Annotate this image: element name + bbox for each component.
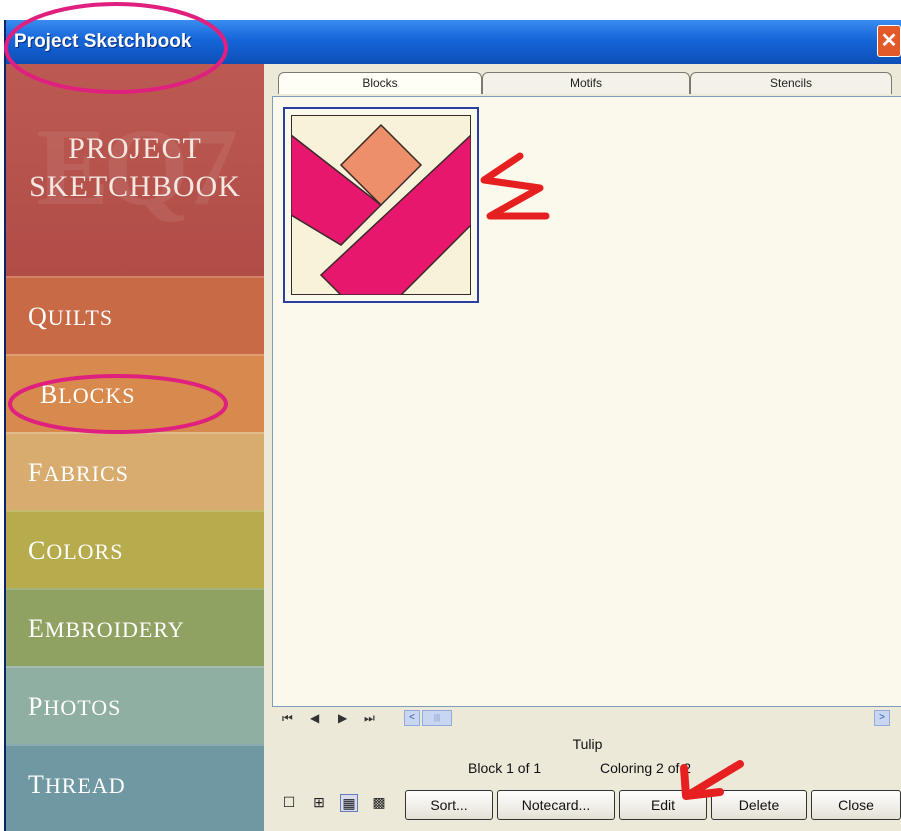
scroll-right-button[interactable]: > [874,710,890,726]
block-library-panel[interactable] [272,96,901,707]
tab-motifs[interactable]: Motifs [482,72,690,94]
sidebar-item-quilts[interactable]: QUILTS [6,276,264,354]
scroll-left-button[interactable]: < [404,710,420,726]
window-close-button[interactable]: ✕ [877,25,901,57]
project-sketchbook-window: Project Sketchbook ✕ EQ7 PROJECT SKETCHB… [4,20,901,831]
block-thumbnail-tulip[interactable] [283,107,479,303]
sidebar-item-fabrics[interactable]: FABRICS [6,432,264,510]
view-single-icon[interactable]: ☐ [280,794,298,812]
sidebar-item-embroidery[interactable]: EMBROIDERY [6,588,264,666]
sidebar-item-label: COLORS [28,536,124,565]
next-record-icon[interactable]: ▶ [338,711,347,725]
title-bar[interactable]: Project Sketchbook ✕ [6,20,901,64]
sidebar-item-label: THREAD [28,770,126,799]
sidebar-item-thread[interactable]: THREAD [6,744,264,831]
edit-button[interactable]: Edit [619,790,707,820]
sidebar-item-colors[interactable]: COLORS [6,510,264,588]
nav-title-line1: PROJECT [68,132,202,165]
tulip-block-graphic [291,115,471,295]
prev-record-icon[interactable]: ◀ [310,711,319,725]
record-navigation-bar: ⏮ ◀ ▶ ⏭ < ||| > [272,708,901,730]
window-title: Project Sketchbook [14,31,192,52]
sidebar-item-label: FABRICS [28,458,129,487]
view-4x4-icon[interactable]: ▩ [370,794,388,812]
sidebar-item-label: EMBROIDERY [28,614,185,643]
sidebar-item-photos[interactable]: PHOTOS [6,666,264,744]
view-2x2-icon[interactable]: ⊞ [310,794,328,812]
block-name-label: Tulip [572,736,603,752]
tab-stencils[interactable]: Stencils [690,72,892,94]
eq-logo-watermark: EQ7 [36,106,238,228]
notecard-button[interactable]: Notecard... [497,790,615,820]
sidebar-item-label: QUILTS [28,302,114,331]
scrollbar-thumb[interactable]: ||| [422,710,452,726]
sidebar-item-label: BLOCKS [40,380,136,409]
library-tabs: Blocks Motifs Stencils ▾ [272,70,901,96]
nav-title-line2: SKETCHBOOK [29,170,241,203]
last-record-icon[interactable]: ⏭ [364,711,375,726]
block-count-label: Block 1 of 1 [468,760,542,776]
sidebar-item-label: PHOTOS [28,692,122,721]
delete-button[interactable]: Delete [711,790,807,820]
tab-blocks[interactable]: Blocks [278,72,482,94]
sidebar-item-blocks[interactable]: BLOCKS [6,354,264,432]
sidebar-nav: EQ7 PROJECT SKETCHBOOK QUILTS BLOCKS FAB… [6,64,264,831]
nav-header: EQ7 PROJECT SKETCHBOOK [6,64,264,276]
coloring-count-label: Coloring 2 of 2 [600,760,692,776]
first-record-icon[interactable]: ⏮ [282,711,293,726]
close-button[interactable]: Close [811,790,901,820]
view-3x3-icon[interactable]: ▦ [340,794,358,812]
sort-button[interactable]: Sort... [405,790,493,820]
